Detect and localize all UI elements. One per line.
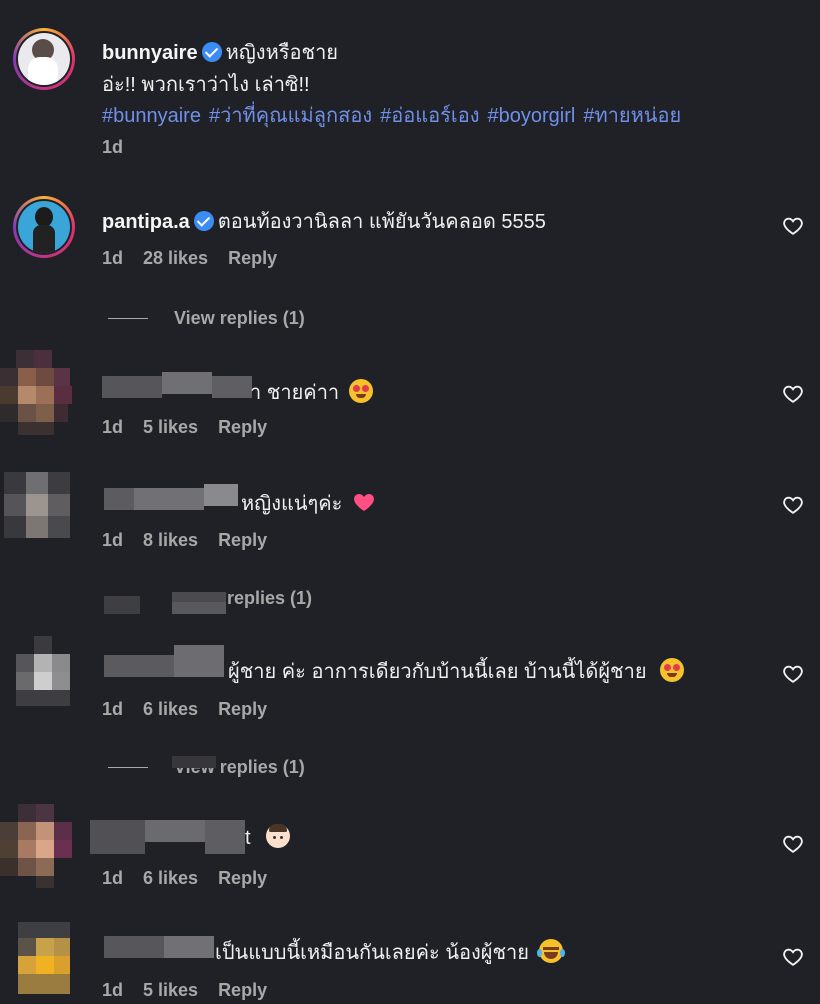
reply-button[interactable]: Reply xyxy=(218,699,267,719)
comment-time: 1d xyxy=(102,417,124,437)
comment-text: เป็นแบบนี้เหมือนกันเลยค่ะ น้องผู้ชาย xyxy=(215,942,530,964)
verified-badge-icon xyxy=(193,211,214,231)
comment-time: 1d xyxy=(102,248,124,268)
divider-line xyxy=(108,318,148,319)
post-caption: อ่ะ!! พวกเราว่าไง เล่าซิ!! xyxy=(102,74,310,96)
pixelated-avatar[interactable] xyxy=(0,350,85,435)
comment-meta: 1d 8 likes Reply xyxy=(102,530,287,551)
post-author-avatar[interactable] xyxy=(13,28,75,90)
boy-face-emoji-icon xyxy=(266,824,291,848)
reply-button[interactable]: Reply xyxy=(218,417,267,437)
view-replies-label: replies (1) xyxy=(227,588,313,608)
comment-text: ผู้ชาย ค่ะ อาการเดียวกับบ้านนี้เลย บ้านน… xyxy=(228,661,647,683)
reply-button[interactable]: Reply xyxy=(228,248,277,268)
comment-meta: 1d 5 likes Reply xyxy=(102,417,287,438)
view-replies-button[interactable]: View replies (1) xyxy=(108,308,305,329)
post-hashtags: #bunnyaire #ว่าที่คุณแม่ลูกสอง #อ่อแอร์เอง… xyxy=(102,99,689,131)
comment-body: pantipa.a ตอนท้องวานิลลา แพ้ยันวันคลอด 55… xyxy=(102,205,546,237)
reply-button[interactable]: Reply xyxy=(218,530,267,550)
comment-time: 1d xyxy=(102,699,124,719)
comment-avatar[interactable] xyxy=(13,196,75,258)
view-replies-button[interactable]: replies (1) xyxy=(227,588,312,609)
post-username[interactable]: bunnyaire xyxy=(102,42,198,64)
comment-likes[interactable]: 5 likes xyxy=(143,980,198,1000)
hashtag-link[interactable]: #อ่อแอร์เอง xyxy=(380,105,479,127)
comment-meta: 1d 28 likes Reply xyxy=(102,248,297,269)
hashtag-link[interactable]: #ว่าที่คุณแม่ลูกสอง xyxy=(209,105,372,127)
comment-text-row: ผู้ชาย ค่ะ อาการเดียวกับบ้านนี้เลย บ้านน… xyxy=(228,655,685,687)
pixelated-avatar[interactable] xyxy=(0,804,90,888)
comment-text-row: า ชายค่าา xyxy=(250,376,373,408)
like-heart-icon[interactable] xyxy=(782,833,804,855)
reply-button[interactable]: Reply xyxy=(218,868,267,888)
comment-text-row: หญิงแน่ๆค่ะ xyxy=(241,487,376,519)
comment-meta: 1d 6 likes Reply xyxy=(102,868,287,889)
view-replies-label: View replies (1) xyxy=(174,308,305,328)
comment-likes[interactable]: 8 likes xyxy=(143,530,198,550)
hashtag-link[interactable]: #boyorgirl xyxy=(488,105,576,127)
comment-text-row: t xyxy=(245,824,291,850)
tears-of-joy-emoji-icon xyxy=(536,939,565,963)
comment-text: t xyxy=(245,827,251,849)
pink-heart-emoji-icon xyxy=(352,490,376,514)
pixelated-avatar[interactable] xyxy=(18,922,70,994)
comment-likes[interactable]: 6 likes xyxy=(143,699,198,719)
comment-likes[interactable]: 5 likes xyxy=(143,417,198,437)
comment-time: 1d xyxy=(102,868,124,888)
comment-text: ตอนท้องวานิลลา แพ้ยันวันคลอด 5555 xyxy=(217,211,546,233)
comment-meta: 1d 6 likes Reply xyxy=(102,699,287,720)
comment-likes[interactable]: 28 likes xyxy=(143,248,208,268)
pixelated-avatar[interactable] xyxy=(4,472,70,538)
hashtag-link[interactable]: #bunnyaire xyxy=(102,105,201,127)
comment-time: 1d xyxy=(102,530,124,550)
like-heart-icon[interactable] xyxy=(782,494,804,516)
heart-eyes-emoji-icon xyxy=(348,379,373,403)
reply-button[interactable]: Reply xyxy=(218,980,267,1000)
comment-meta: 1d 5 likes Reply xyxy=(102,980,287,1001)
hashtag-link[interactable]: #ทายหน่อย xyxy=(583,105,681,127)
post-time: 1d xyxy=(102,137,124,157)
comment-time: 1d xyxy=(102,980,124,1000)
comment-username[interactable]: pantipa.a xyxy=(102,211,190,233)
divider-line xyxy=(108,767,148,768)
pixelated-avatar[interactable] xyxy=(16,636,70,706)
verified-badge-icon xyxy=(201,42,222,62)
post-header: bunnyaire หญิงหรือชาย xyxy=(102,36,338,68)
comment-likes[interactable]: 6 likes xyxy=(143,868,198,888)
comment-text: า ชายค่าา xyxy=(250,382,340,404)
like-heart-icon[interactable] xyxy=(782,663,804,685)
heart-eyes-emoji-icon xyxy=(660,658,685,682)
like-heart-icon[interactable] xyxy=(782,383,804,405)
like-heart-icon[interactable] xyxy=(782,946,804,968)
post-title: หญิงหรือชาย xyxy=(225,42,339,64)
comment-text-row: เป็นแบบนี้เหมือนกันเลยค่ะ น้องผู้ชาย xyxy=(215,936,565,968)
redacted-region xyxy=(172,756,216,768)
comment-text: หญิงแน่ๆค่ะ xyxy=(241,493,343,515)
like-heart-icon[interactable] xyxy=(782,215,804,237)
